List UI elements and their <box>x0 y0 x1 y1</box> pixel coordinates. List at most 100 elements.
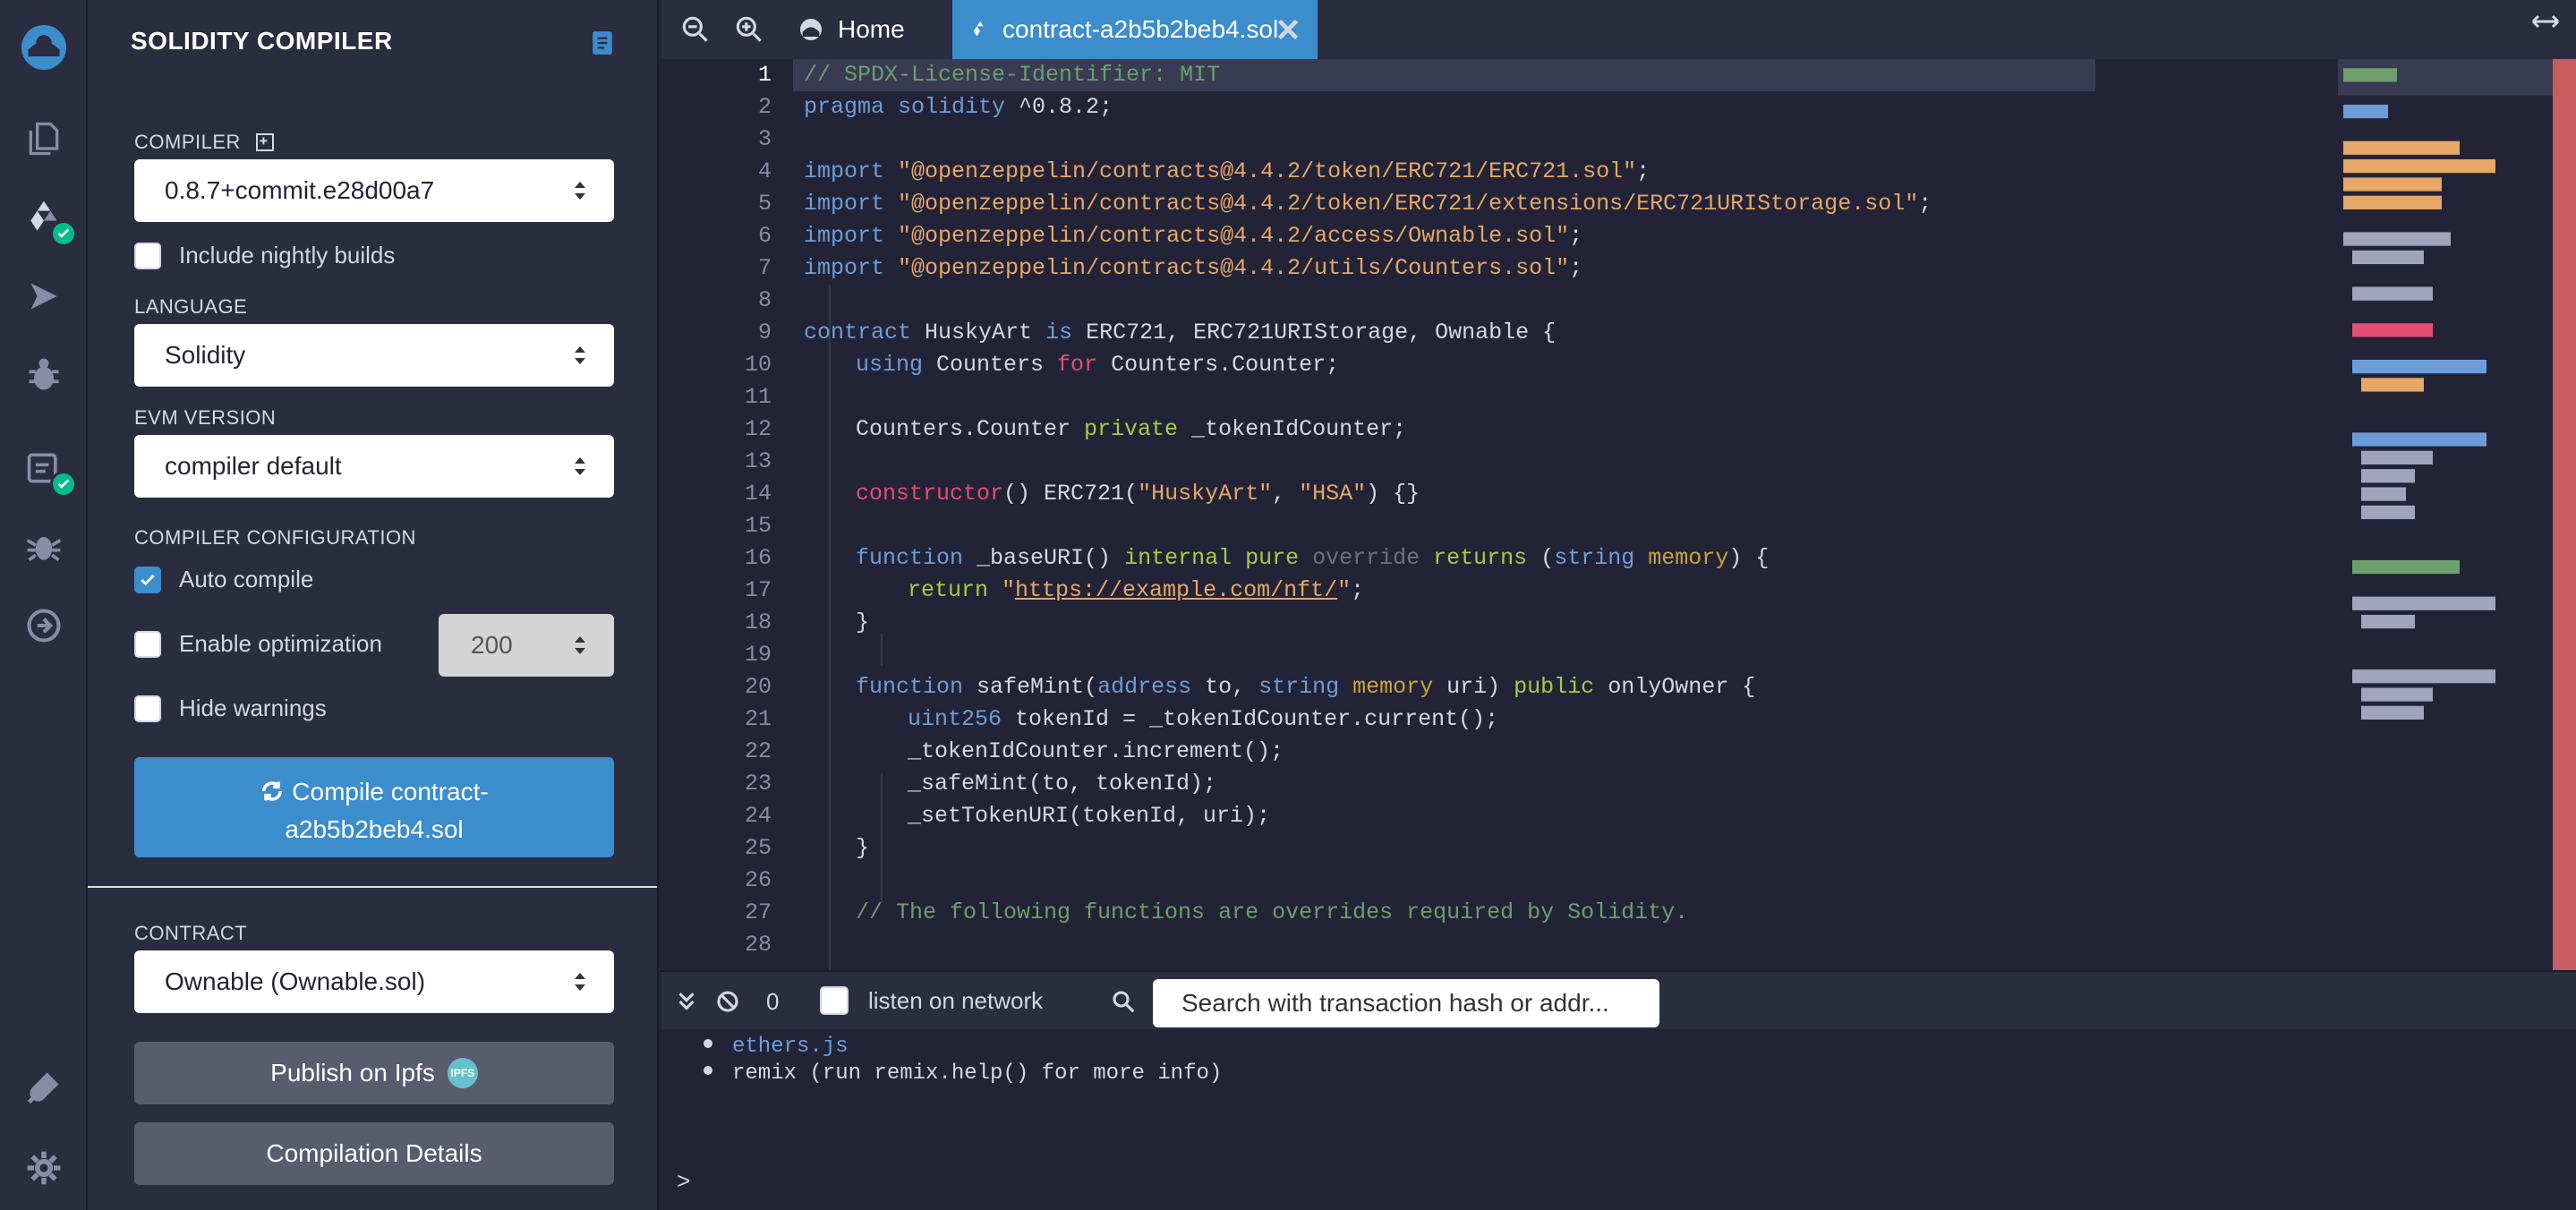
compiler-version-select[interactable]: 0.8.7+commit.e28d00a7 <box>134 159 614 222</box>
line-number: 28 <box>744 932 772 958</box>
line-number: 10 <box>744 352 772 378</box>
select-arrows-icon <box>575 346 585 364</box>
line-number: 27 <box>744 899 772 925</box>
optimization-option[interactable]: Enable optimization <box>134 630 382 658</box>
select-arrows-icon <box>575 973 585 991</box>
pending-tx-count: 0 <box>766 988 780 1015</box>
code-line: import "@openzeppelin/contracts@4.4.2/to… <box>804 158 1651 184</box>
panel-title: SOLIDITY COMPILER <box>131 27 393 55</box>
line-number: 7 <box>757 255 772 281</box>
ipfs-icon: IPFS <box>447 1058 478 1088</box>
tab-contract[interactable]: contract-a2b5b2beb4.sol <box>952 0 1318 59</box>
hide-warnings-option[interactable]: Hide warnings <box>134 694 327 722</box>
contract-select[interactable]: Ownable (Ownable.sol) <box>134 950 614 1013</box>
solidity-compiler-icon[interactable] <box>0 177 88 258</box>
clear-console-icon[interactable] <box>714 988 741 1015</box>
listen-network-checkbox[interactable] <box>820 986 849 1015</box>
transaction-search-input[interactable]: Search with transaction hash or addr... <box>1153 979 1659 1027</box>
nightly-builds-checkbox[interactable] <box>134 242 161 269</box>
line-number: 3 <box>757 126 772 152</box>
line-number: 9 <box>757 320 772 345</box>
editor-tab-bar: Home contract-a2b5b2beb4.sol <box>661 0 2576 59</box>
add-compiler-icon[interactable] <box>255 133 274 151</box>
close-icon[interactable] <box>1271 13 1305 47</box>
code-editor[interactable]: 1 2 3 4 5 6 7 8 9 10 11 12 13 14 15 16 17 18 19 20 21 22 23 24 2… <box>661 59 2576 970</box>
success-check-icon <box>50 471 77 498</box>
search-icon <box>1113 991 1135 1013</box>
line-number: 1 <box>757 62 772 88</box>
language-select[interactable]: Solidity <box>134 324 614 387</box>
auto-compile-checkbox[interactable] <box>134 566 161 593</box>
line-number: 14 <box>744 481 772 507</box>
compiler-config-label: COMPILER CONFIGURATION <box>134 526 416 549</box>
code-line: function _baseURI() internal pure overri… <box>856 545 1770 571</box>
git-icon[interactable] <box>0 585 88 666</box>
code-line: // The following functions are overrides… <box>856 899 1689 925</box>
evm-version-select[interactable]: compiler default <box>134 435 614 498</box>
line-number: 21 <box>744 706 772 732</box>
expand-icon[interactable] <box>2529 11 2562 32</box>
code-line: import "@openzeppelin/contracts@4.4.2/ac… <box>804 223 1583 249</box>
optimization-checkbox[interactable] <box>134 630 161 658</box>
code-line: pragma solidity ^0.8.2; <box>804 94 1113 120</box>
code-line: constructor() ERC721("HuskyArt", "HSA") … <box>856 481 1420 507</box>
settings-icon[interactable] <box>0 1128 88 1208</box>
line-number: 4 <box>757 158 772 184</box>
tab-home[interactable]: Home <box>797 0 905 59</box>
line-number-gutter: 1 2 3 4 5 6 7 8 9 10 11 12 13 14 15 16 17 18 19 20 21 22 23 24 2… <box>661 59 772 970</box>
select-arrows-icon <box>575 457 585 475</box>
panel-divider <box>88 886 657 888</box>
solidity-file-icon <box>973 21 984 37</box>
icon-rail <box>0 0 88 1210</box>
terminal-output[interactable]: ethers.js remix (run remix.help() for mo… <box>661 1029 2576 1210</box>
zoom-out-icon[interactable] <box>678 13 712 47</box>
line-number: 17 <box>744 577 772 603</box>
compiler-label: COMPILER <box>134 131 274 154</box>
line-number: 19 <box>744 642 772 668</box>
terminal-prompt[interactable]: > <box>677 1169 691 1196</box>
file-explorer-icon[interactable] <box>0 98 88 179</box>
zoom-in-icon[interactable] <box>732 13 766 47</box>
editor-scrollbar[interactable] <box>2553 59 2576 970</box>
compile-button[interactable]: Compile contract- a2b5b2beb4.sol <box>134 757 614 857</box>
code-line: return "https://example.com/nft/"; <box>908 577 1365 603</box>
nightly-builds-option[interactable]: Include nightly builds <box>134 242 395 269</box>
line-number: 11 <box>744 384 772 410</box>
bug-icon[interactable] <box>0 507 88 587</box>
collapse-terminal-icon[interactable] <box>673 988 700 1015</box>
solidity-compiler-panel: SOLIDITY COMPILER COMPILER 0.8.7+commit.… <box>88 0 659 1210</box>
line-number: 6 <box>757 223 772 249</box>
line-number: 26 <box>744 867 772 893</box>
hide-warnings-checkbox[interactable] <box>134 694 161 722</box>
indent-guide <box>881 634 883 666</box>
listen-network-option[interactable]: listen on network <box>820 986 1043 1015</box>
indent-guide <box>881 773 883 902</box>
compilation-details-button[interactable]: Compilation Details <box>134 1122 614 1185</box>
indent-guide <box>829 285 831 970</box>
terminal-line[interactable]: ethers.js <box>704 1035 849 1059</box>
line-number: 25 <box>744 835 772 861</box>
auto-compile-option[interactable]: Auto compile <box>134 566 313 593</box>
select-arrows-icon <box>575 182 585 200</box>
testing-icon[interactable] <box>0 428 88 508</box>
line-number: 2 <box>757 94 772 120</box>
line-number: 20 <box>744 674 772 700</box>
publish-ipfs-button[interactable]: Publish on Ipfs IPFS <box>134 1042 614 1104</box>
code-line: import "@openzeppelin/contracts@4.4.2/ut… <box>804 255 1583 281</box>
line-number: 16 <box>744 545 772 571</box>
debugger-icon[interactable] <box>0 335 88 415</box>
line-number: 12 <box>744 416 772 442</box>
code-minimap[interactable] <box>2338 59 2553 970</box>
code-line: uint256 tokenId = _tokenIdCounter.curren… <box>908 706 1499 732</box>
refresh-icon <box>262 781 283 801</box>
language-label: LANGUAGE <box>134 295 248 318</box>
plugin-manager-icon[interactable] <box>0 1047 88 1128</box>
remix-logo-icon[interactable] <box>0 7 88 88</box>
success-check-icon <box>50 220 77 247</box>
code-line: // SPDX-License-Identifier: MIT <box>793 59 2095 91</box>
optimization-runs-select[interactable]: 200 <box>439 614 614 677</box>
code-line: _safeMint(to, tokenId); <box>908 771 1217 797</box>
doc-icon[interactable] <box>591 30 614 55</box>
deploy-run-icon[interactable] <box>0 256 88 337</box>
line-number: 13 <box>744 448 772 474</box>
